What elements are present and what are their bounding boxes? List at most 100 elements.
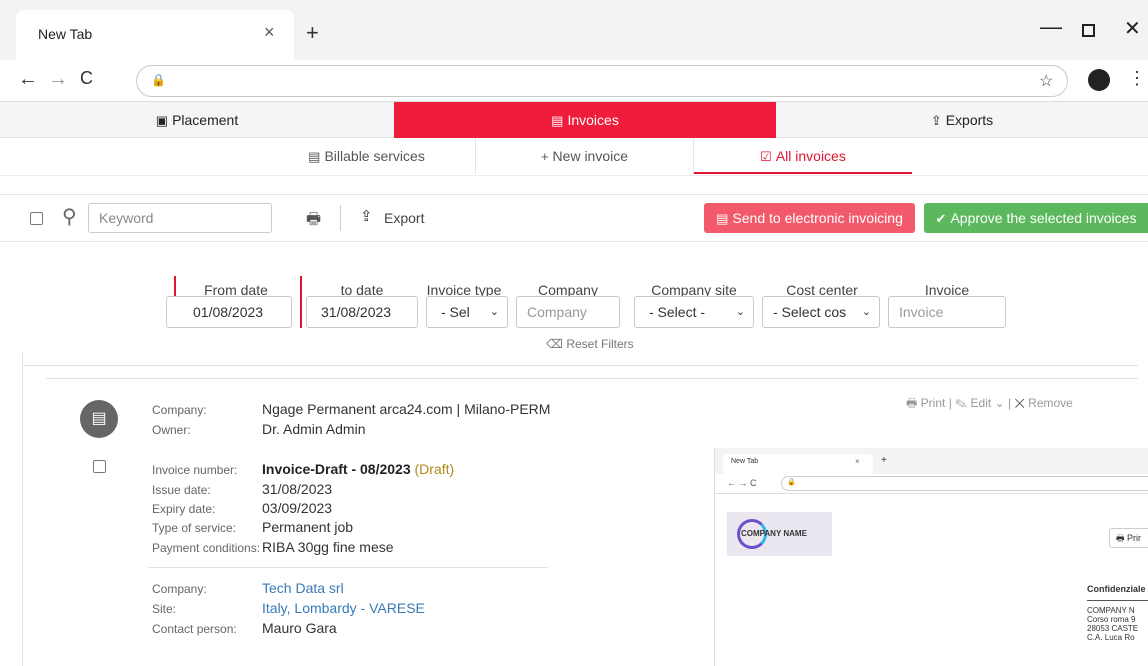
tab-billable-services-label: Billable services [324, 148, 425, 164]
to-date-input[interactable]: 31/08/2023 [306, 296, 418, 328]
site-label: Site: [152, 602, 177, 616]
invoice-select-checkbox[interactable] [93, 460, 106, 473]
company-logo-text: COMPANY NAME [741, 529, 807, 538]
new-tab-icon[interactable]: + [306, 20, 319, 46]
reset-filters-label: Reset Filters [566, 337, 634, 351]
print-icon: 🖶 [906, 396, 918, 410]
owner-value: Dr. Admin Admin [262, 421, 366, 437]
company-input[interactable]: Company [516, 296, 620, 328]
nav-placement[interactable]: ▣ Placement [0, 102, 394, 138]
invoice-document-icon: ▤ [80, 400, 118, 438]
close-window-icon[interactable]: ✕ [1124, 16, 1141, 41]
forward-icon[interactable]: → [48, 68, 68, 91]
eraser-icon: ⌫ [546, 337, 563, 351]
preview-new-tab-icon: + [881, 455, 887, 466]
reset-filters-link[interactable]: ⌫ Reset Filters [546, 337, 634, 351]
invoice-status-badge: (Draft) [414, 461, 455, 477]
send-electronic-invoicing-button[interactable]: ▤ Send to electronic invoicing [704, 203, 915, 233]
close-tab-icon[interactable]: × [264, 22, 275, 43]
nav-exports[interactable]: ⇪ Exports [776, 102, 1148, 138]
briefcase-icon: ▣ [155, 113, 169, 128]
payment-conditions-value: RIBA 30gg fine mese [262, 539, 394, 555]
preview-address-line: 28053 CASTE [1087, 624, 1139, 633]
cost-center-select[interactable]: - Select cos ⌄ [762, 296, 880, 328]
site-link[interactable]: Italy, Lombardy - VARESE [262, 600, 425, 616]
print-icon: 🖶 [1116, 533, 1125, 543]
from-date-input[interactable]: 01/08/2023 [166, 296, 292, 328]
select-all-checkbox[interactable] [30, 212, 43, 225]
lock-icon: 🔒 [151, 73, 166, 87]
menu-kebab-icon[interactable]: ⋮ [1128, 68, 1146, 89]
reload-icon[interactable]: C [80, 68, 93, 89]
bookmark-star-icon[interactable]: ☆ [1039, 71, 1053, 91]
invoice-number-value[interactable]: Invoice-Draft - 08/2023 [262, 461, 411, 477]
main-nav: ▣ Placement ▤ Invoices ⇪ Exports [0, 102, 1148, 138]
company-site-select[interactable]: - Select - ⌄ [634, 296, 754, 328]
preview-address-block: COMPANY N Corso roma 9 28053 CASTE C.A. … [1087, 606, 1138, 642]
edit-action[interactable]: Edit [971, 396, 992, 410]
toolbar-divider [340, 205, 341, 231]
client-company-link[interactable]: Tech Data srl [262, 580, 344, 596]
content-left-border [22, 352, 23, 666]
preview-address-bar: ← → C 🔒 [715, 474, 1148, 494]
preview-rule [1087, 600, 1148, 601]
search-icon[interactable]: ⚲ [62, 204, 77, 229]
remove-action[interactable]: Remove [1028, 396, 1073, 410]
owner-company-value: Ngage Permanent arca24.com | Milano-PERM [262, 401, 551, 417]
send-electronic-invoicing-label: Send to electronic invoicing [732, 210, 903, 226]
nav-invoices[interactable]: ▤ Invoices [394, 102, 776, 138]
company-site-value: - Select - [649, 304, 706, 320]
contact-person-value: Mauro Gara [262, 620, 337, 636]
export-icon[interactable]: ⇪ [360, 207, 373, 225]
approve-selected-button[interactable]: ✔ Approve the selected invoices [924, 203, 1148, 233]
chevron-down-icon[interactable]: ⌄ [995, 396, 1005, 410]
preview-address-line: C.A. Luca Ro [1087, 633, 1135, 642]
service-type-label: Type of service: [152, 521, 237, 535]
contact-person-label: Contact person: [152, 622, 237, 636]
back-icon[interactable]: ← [18, 68, 38, 91]
owner-company-label: Company: [152, 403, 207, 417]
print-action[interactable]: Print [921, 396, 946, 410]
maximize-icon[interactable] [1082, 24, 1095, 37]
list-toolbar: ⚲ 🖶 ⇪ Export ▤Send to electronic invoici… [0, 194, 1148, 242]
preview-tab: New Tab × [723, 454, 873, 474]
issue-date-label: Issue date: [152, 483, 211, 497]
tab-all-invoices-label: All invoices [775, 148, 846, 164]
preview-tab-title: New Tab [731, 458, 759, 465]
expiry-date-value: 03/09/2023 [262, 500, 333, 516]
chevron-down-icon: ⌄ [861, 306, 871, 318]
invoice-filter-input[interactable]: Invoice [888, 296, 1006, 328]
issue-date-value: 31/08/2023 [262, 481, 333, 497]
tab-new-invoice[interactable]: + New invoice [476, 138, 694, 174]
client-company-label: Company: [152, 582, 207, 596]
card-section-divider [148, 567, 548, 568]
owner-label: Owner: [152, 423, 191, 437]
preview-address-line: COMPANY N [1087, 606, 1135, 615]
invoice-actions: 🖶 Print | ✎ Edit ⌄ | ✕ Remove [906, 396, 1073, 410]
url-input[interactable]: 🔒 ☆ [136, 65, 1068, 97]
chevron-down-icon: ⌄ [735, 306, 745, 318]
tab-all-invoices[interactable]: ☑ All invoices [694, 138, 912, 174]
print-icon[interactable]: 🖶 [306, 208, 321, 235]
checked-box-icon: ☑ [760, 149, 772, 164]
invoice-number-label: Invoice number: [152, 463, 238, 477]
tab-billable-services[interactable]: ▤ Billable services [258, 138, 476, 174]
browser-tab[interactable]: New Tab × [16, 10, 294, 60]
nav-exports-label: Exports [945, 112, 994, 128]
nav-placement-label: Placement [172, 112, 239, 128]
cost-center-value: - Select cos [773, 304, 847, 320]
invoice-type-select[interactable]: - Sel ⌄ [426, 296, 508, 328]
invoice-icon: ▤ [551, 113, 564, 128]
expiry-date-label: Expiry date: [152, 502, 216, 516]
keyword-search-input[interactable] [88, 203, 272, 233]
invoice-preview: New Tab × + ← → C 🔒 COMPANY NAME 🖶 Prir … [714, 448, 1148, 666]
export-icon: ⇪ [930, 113, 942, 128]
pencil-icon: ✎ [955, 396, 968, 410]
export-button[interactable]: Export [384, 210, 424, 226]
profile-avatar[interactable] [1088, 69, 1110, 91]
preview-address-line: Corso roma 9 [1087, 615, 1136, 624]
company-logo: COMPANY NAME [727, 512, 832, 556]
invoice-type-value: - Sel [441, 304, 470, 320]
browser-tab-title: New Tab [38, 26, 93, 42]
minimize-icon[interactable]: — [1040, 14, 1062, 40]
